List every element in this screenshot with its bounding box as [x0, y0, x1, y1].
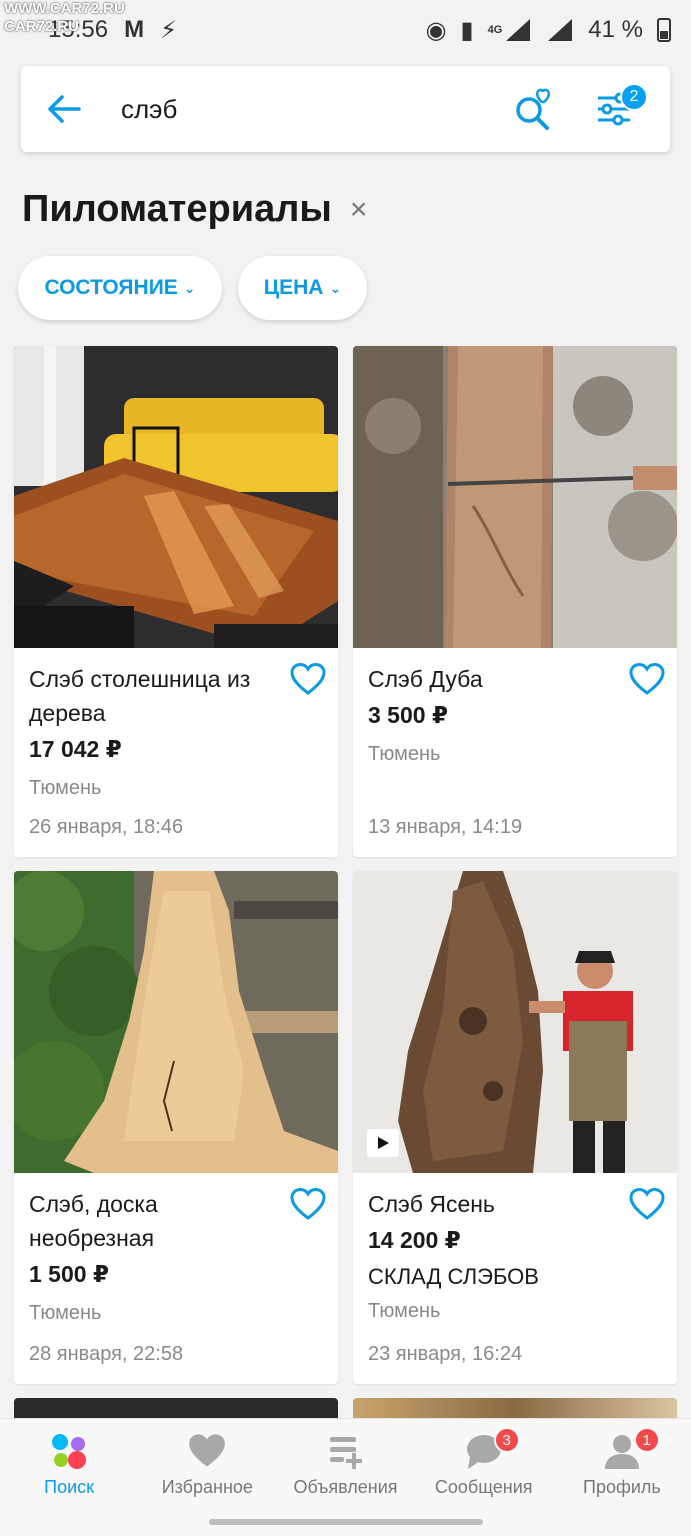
listing-city: Тюмень: [368, 743, 441, 765]
listing-price: 14 200 ₽: [368, 1227, 461, 1253]
status-bar: WWW.CAR72.RU CAR72.RU 15:56 M ⚡ ◉ ▮ 4G 4…: [0, 0, 691, 60]
listing-card-partial[interactable]: [353, 1398, 677, 1418]
network-indicator: 4G: [488, 17, 533, 43]
search-input[interactable]: слэб: [107, 94, 504, 125]
battery-percent: 41 %: [588, 16, 643, 43]
page-title: Пиломатериалы: [22, 188, 332, 230]
chevron-down-icon: ⌄: [183, 279, 196, 296]
chip-condition[interactable]: СОСТОЯНИЕ ⌄: [18, 256, 222, 320]
listing-card[interactable]: Слэб столешница из дерева 17 042 ₽ Тюмен…: [14, 346, 338, 857]
listing-date: 28 января, 22:58: [29, 1343, 184, 1365]
save-search-button[interactable]: [504, 79, 564, 139]
signal-icon: [506, 19, 531, 41]
listing-city: Тюмень: [29, 1302, 102, 1324]
nav-label: Сообщения: [434, 1477, 533, 1497]
battery-icon: [657, 18, 671, 42]
nav-label: Профиль: [583, 1477, 661, 1497]
nav-label: Избранное: [161, 1477, 253, 1497]
profile-badge: 1: [633, 1427, 660, 1453]
back-arrow-icon: [48, 95, 81, 123]
flash-icon: ⚡: [160, 16, 177, 44]
listing-card[interactable]: Слэб, доска необрезная 1 500 ₽ Тюмень 28…: [14, 871, 338, 1384]
listing-card[interactable]: Слэб Дуба 3 500 ₽ Тюмень 13 января, 14:1…: [353, 346, 677, 857]
listing-card[interactable]: Слэб Ясень 14 200 ₽ СКЛАД СЛЭБОВ Тюмень …: [353, 871, 677, 1384]
watermark-bottom: CAR72.RU: [4, 18, 80, 35]
category-header: Пиломатериалы ×: [22, 188, 367, 231]
messages-badge: 3: [493, 1427, 520, 1453]
filters-button[interactable]: 2: [584, 79, 648, 139]
listing-photo[interactable]: [14, 346, 338, 648]
avito-dots-icon: [52, 1434, 87, 1469]
listing-title[interactable]: Слэб столешница из дерева: [29, 662, 324, 730]
play-icon: [378, 1137, 389, 1149]
hotspot-icon: ◉: [425, 16, 447, 44]
listing-photo[interactable]: [353, 346, 677, 648]
listing-card-partial[interactable]: [14, 1398, 338, 1418]
nav-label: Объявления: [293, 1477, 398, 1497]
nav-label: Поиск: [44, 1477, 95, 1497]
video-badge: [367, 1129, 399, 1157]
chip-label: СОСТОЯНИЕ: [44, 276, 178, 299]
heart-filled-icon: [189, 1434, 226, 1467]
filter-count-badge: 2: [620, 83, 648, 111]
listing-price: 3 500 ₽: [368, 702, 448, 728]
listing-date: 26 января, 18:46: [29, 816, 184, 838]
filter-chips: СОСТОЯНИЕ ⌄ ЦЕНА ⌄: [18, 256, 367, 320]
listing-title[interactable]: Слэб Дуба: [368, 662, 663, 696]
clear-category-button[interactable]: ×: [350, 193, 368, 227]
listing-title[interactable]: Слэб, доска необрезная: [29, 1187, 324, 1255]
signal-2-icon: [548, 19, 573, 41]
back-button[interactable]: [21, 66, 107, 152]
home-indicator[interactable]: [209, 1519, 483, 1525]
listing-photo[interactable]: [353, 871, 677, 1173]
heart-icon[interactable]: [629, 662, 665, 698]
search-heart-icon: [516, 88, 550, 130]
listing-photo[interactable]: [14, 871, 338, 1173]
heart-icon[interactable]: [290, 662, 326, 698]
watermark: WWW.CAR72.RU CAR72.RU: [4, 0, 125, 36]
add-listing-icon: [329, 1437, 362, 1469]
watermark-top: WWW.CAR72.RU: [4, 0, 125, 17]
heart-icon[interactable]: [629, 1187, 665, 1223]
listing-city: Тюмень: [29, 777, 102, 799]
chip-price[interactable]: ЦЕНА ⌄: [238, 256, 367, 320]
listing-date: 23 января, 16:24: [368, 1343, 523, 1365]
listing-price: 17 042 ₽: [29, 736, 122, 762]
search-bar: слэб 2: [21, 66, 670, 152]
chevron-down-icon: ⌄: [329, 279, 342, 296]
listing-seller: СКЛАД СЛЭБОВ: [368, 1264, 539, 1289]
chip-label: ЦЕНА: [263, 276, 324, 299]
vibrate-icon: ▮: [460, 16, 474, 44]
nav-profile[interactable]: 1 Профиль: [553, 1419, 691, 1536]
listing-price: 1 500 ₽: [29, 1261, 109, 1287]
listing-title[interactable]: Слэб Ясень: [368, 1187, 663, 1221]
nav-search[interactable]: Поиск: [0, 1419, 138, 1536]
heart-icon[interactable]: [290, 1187, 326, 1223]
gmail-icon: M: [124, 16, 145, 43]
listing-date: 13 января, 14:19: [368, 816, 523, 838]
listing-city: Тюмень: [368, 1300, 441, 1322]
